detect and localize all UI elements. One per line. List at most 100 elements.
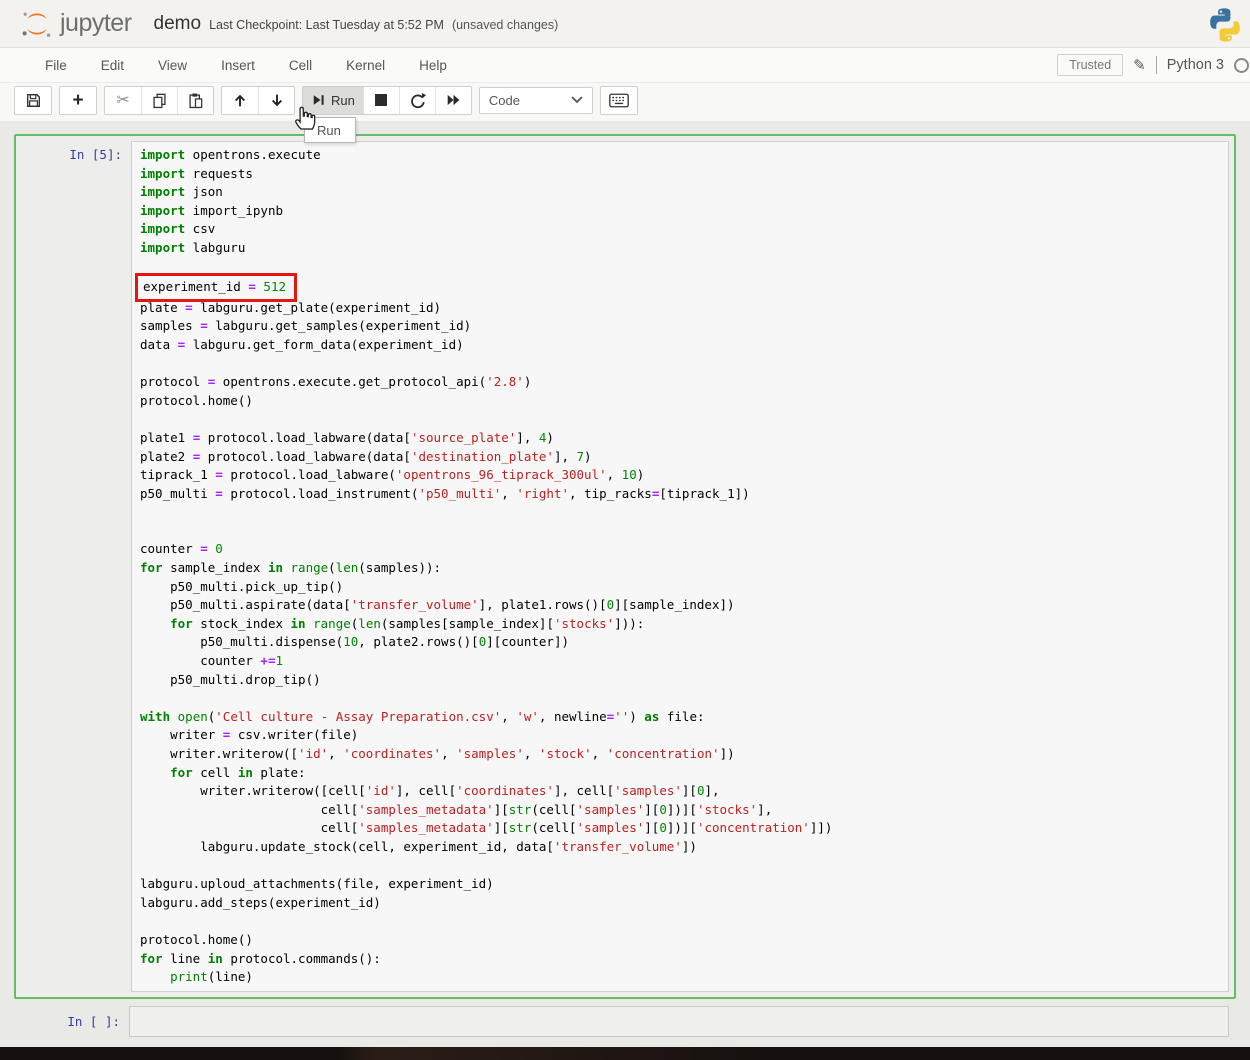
kernel-name-label: Python 3 <box>1167 57 1224 73</box>
code-line <box>140 912 1220 931</box>
add-cell-button[interactable]: + <box>60 87 96 114</box>
save-button[interactable] <box>15 87 51 114</box>
code-line: p50_multi.drop_tip() <box>140 671 1220 690</box>
code-line: counter +=1 <box>140 652 1220 671</box>
chevron-down-icon <box>571 96 583 104</box>
stop-button[interactable] <box>363 87 399 114</box>
edit-mode-pencil-icon: ✎ <box>1133 56 1146 74</box>
command-palette-button[interactable] <box>601 87 637 114</box>
cell-type-dropdown[interactable]: Code <box>479 87 593 114</box>
notebook-area: In [5]: import opentrons.executeimport r… <box>0 121 1250 1037</box>
keyboard-icon <box>609 93 629 108</box>
menu-items: FileEditViewInsertCellKernelHelp <box>28 58 464 73</box>
code-line: writer.writerow(['id', 'coordinates', 's… <box>140 745 1220 764</box>
divider <box>1156 56 1157 74</box>
menu-file[interactable]: File <box>28 58 84 73</box>
move-cell-up-button[interactable] <box>222 87 258 114</box>
code-line: p50_multi.pick_up_tip() <box>140 578 1220 597</box>
code-line: cell['samples_metadata'][str(cell['sampl… <box>140 819 1220 838</box>
arrow-down-icon <box>269 92 285 109</box>
code-line: plate2 = protocol.load_labware(data['des… <box>140 448 1220 467</box>
checkpoint-status: Last Checkpoint: Last Tuesday at 5:52 PM <box>209 18 444 32</box>
code-line: p50_multi.aspirate(data['transfer_volume… <box>140 596 1220 615</box>
code-line: for cell in plate: <box>140 764 1220 783</box>
paste-cell-button[interactable] <box>177 87 213 114</box>
jupyter-logo-icon <box>20 7 54 41</box>
code-line <box>140 857 1220 876</box>
code-line: data = labguru.get_form_data(experiment_… <box>140 336 1220 355</box>
code-line: p50_multi = protocol.load_instrument('p5… <box>140 485 1220 504</box>
menu-kernel[interactable]: Kernel <box>329 58 402 73</box>
code-line: protocol.home() <box>140 931 1220 950</box>
cut-cell-button[interactable]: ✂ <box>105 87 141 114</box>
code-line: import opentrons.execute <box>140 146 1220 165</box>
menu-insert[interactable]: Insert <box>204 58 272 73</box>
empty-code-cell: In [ ]: <box>14 1006 1236 1037</box>
menu-cell[interactable]: Cell <box>272 58 329 73</box>
code-line: plate = labguru.get_plate(experiment_id) <box>140 299 1220 318</box>
input-prompt: In [5]: <box>21 141 131 162</box>
save-icon <box>25 92 42 109</box>
menu-edit[interactable]: Edit <box>84 58 141 73</box>
code-line: print(line) <box>140 968 1220 987</box>
code-line: p50_multi.dispense(10, plate2.rows()[0][… <box>140 633 1220 652</box>
code-editor[interactable]: import opentrons.executeimport requestsi… <box>131 141 1229 992</box>
code-line: labguru.add_steps(experiment_id) <box>140 894 1220 913</box>
code-line: cell['samples_metadata'][str(cell['sampl… <box>140 801 1220 820</box>
code-line: protocol = opentrons.execute.get_protoco… <box>140 373 1220 392</box>
code-line <box>140 503 1220 522</box>
restart-icon <box>409 92 426 109</box>
move-cell-down-button[interactable] <box>258 87 294 114</box>
restart-kernel-button[interactable] <box>399 87 435 114</box>
copy-cell-button[interactable] <box>141 87 177 114</box>
restart-run-all-button[interactable] <box>435 87 471 114</box>
kernel-status-icon <box>1234 58 1249 73</box>
code-line <box>140 355 1220 374</box>
code-line: writer = csv.writer(file) <box>140 726 1220 745</box>
menu-bar: FileEditViewInsertCellKernelHelp Trusted… <box>0 47 1250 83</box>
code-line: with open('Cell culture - Assay Preparat… <box>140 708 1220 727</box>
paste-icon <box>187 92 204 109</box>
jupyter-logo[interactable]: jupyter <box>20 7 132 41</box>
stop-icon <box>375 94 387 106</box>
code-line: import requests <box>140 165 1220 184</box>
code-line <box>140 689 1220 708</box>
notebook-header: jupyter demo Last Checkpoint: Last Tuesd… <box>0 0 1250 47</box>
menu-help[interactable]: Help <box>402 58 464 73</box>
jupyter-wordmark: jupyter <box>60 9 132 38</box>
code-line: tiprack_1 = protocol.load_labware('opent… <box>140 466 1220 485</box>
scissors-icon: ✂ <box>116 90 129 110</box>
code-line: import json <box>140 183 1220 202</box>
code-line: import labguru <box>140 239 1220 258</box>
notebook-title[interactable]: demo <box>154 13 202 35</box>
code-cell-selected: In [5]: import opentrons.executeimport r… <box>14 134 1236 999</box>
code-line: labguru.uploud_attachments(file, experim… <box>140 875 1220 894</box>
highlight-annotation-box: experiment_id = 512 <box>135 273 297 302</box>
unsaved-changes-label: (unsaved changes) <box>452 18 558 32</box>
code-line <box>140 258 1220 277</box>
code-line: samples = labguru.get_samples(experiment… <box>140 317 1220 336</box>
code-line <box>140 522 1220 541</box>
code-line: plate1 = protocol.load_labware(data['sou… <box>140 429 1220 448</box>
python-logo-icon <box>1206 5 1244 45</box>
trusted-button[interactable]: Trusted <box>1057 54 1123 76</box>
code-line: import import_ipynb <box>140 202 1220 221</box>
code-line: import csv <box>140 220 1220 239</box>
toolbar: + ✂ <box>0 83 1250 121</box>
code-line: for stock_index in range(len(samples[sam… <box>140 615 1220 634</box>
code-line: labguru.update_stock(cell, experiment_id… <box>140 838 1220 857</box>
fast-forward-icon <box>445 92 462 108</box>
code-line: counter = 0 <box>140 540 1220 559</box>
copy-icon <box>151 92 168 109</box>
code-line: for sample_index in range(len(samples)): <box>140 559 1220 578</box>
bottom-video-bar <box>0 1047 1250 1060</box>
code-line: for line in protocol.commands(): <box>140 950 1220 969</box>
code-line: writer.writerow([cell['id'], cell['coord… <box>140 782 1220 801</box>
empty-code-input[interactable] <box>129 1006 1229 1037</box>
run-button-label: Run <box>331 93 355 108</box>
code-line: experiment_id = 512 <box>140 276 1220 299</box>
code-line: protocol.home() <box>140 392 1220 411</box>
cursor-pointer-icon <box>291 101 319 131</box>
arrow-up-icon <box>232 92 248 109</box>
menu-view[interactable]: View <box>141 58 204 73</box>
